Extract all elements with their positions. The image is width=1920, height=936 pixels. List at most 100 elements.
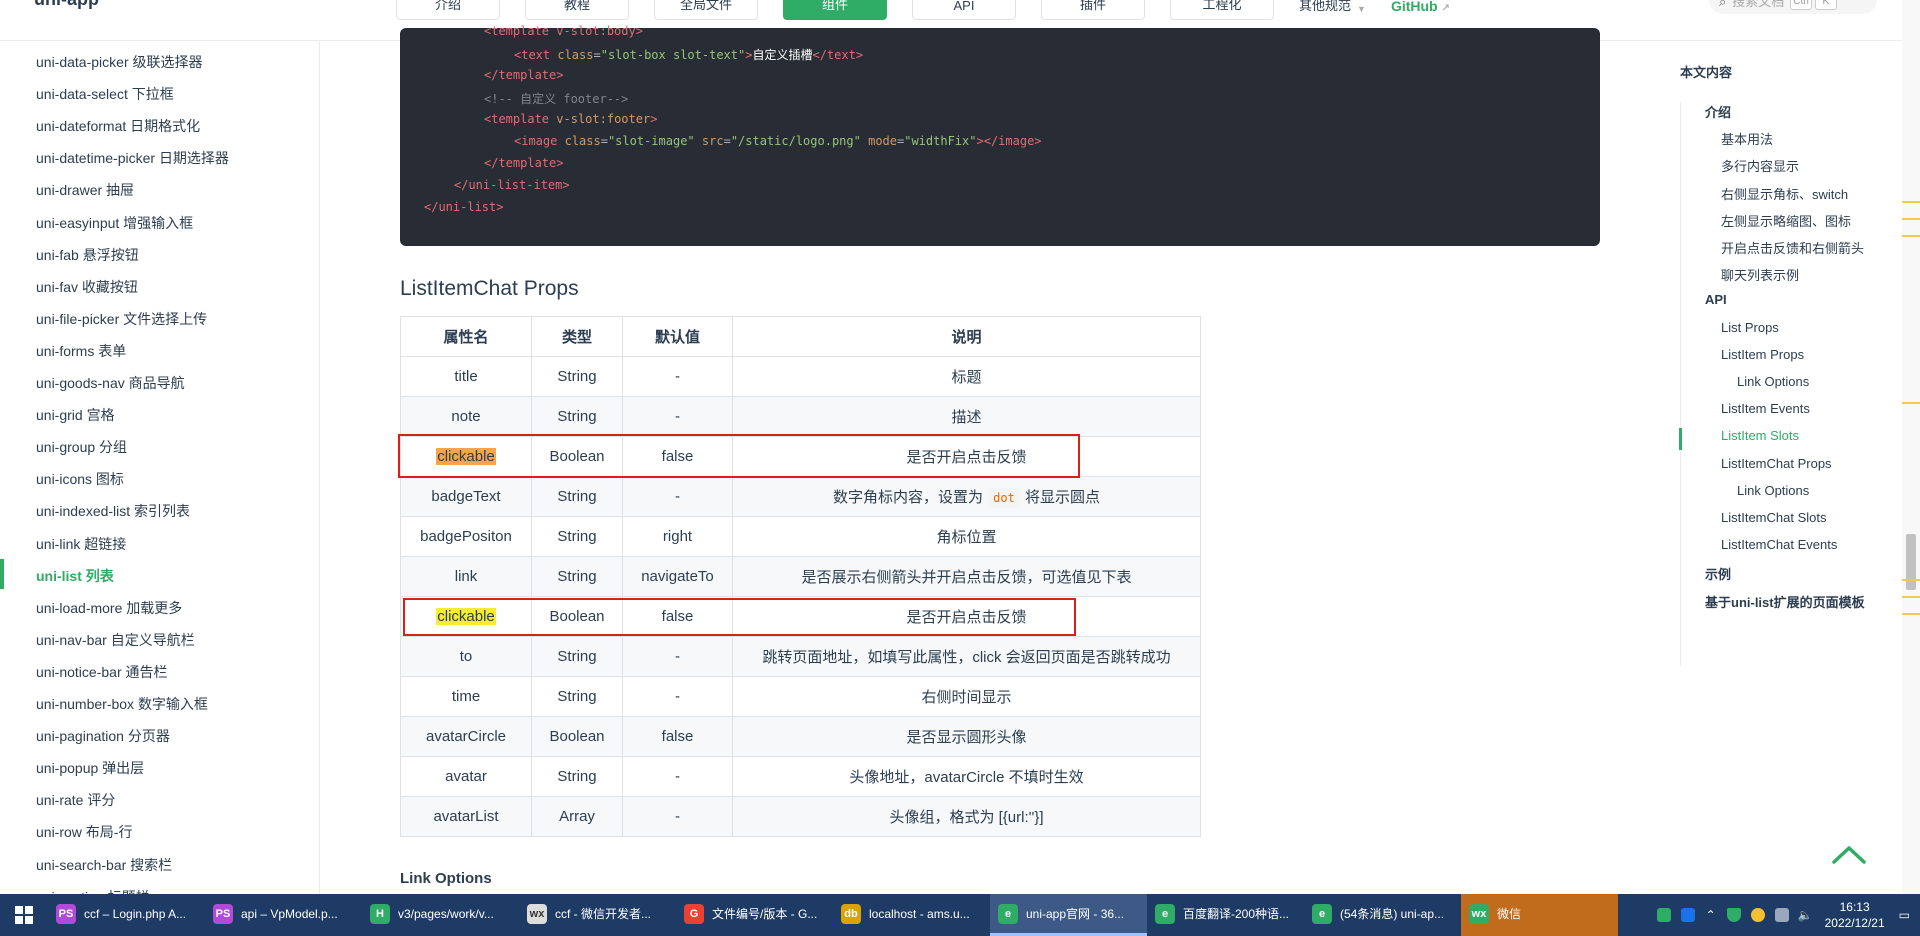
taskbar-app[interactable]: e (54条消息) uni-ap... bbox=[1304, 894, 1461, 936]
sidebar-item[interactable]: uni-grid 宫格 bbox=[36, 405, 115, 425]
scrollbar-thumb[interactable] bbox=[1906, 534, 1916, 590]
taskbar-app[interactable]: e 百度翻译-200种语... bbox=[1147, 894, 1304, 936]
toc-item[interactable]: ListItem Events bbox=[1721, 401, 1810, 416]
cell-default: - bbox=[622, 396, 733, 437]
nav-api[interactable]: API bbox=[912, 0, 1016, 20]
toc-item[interactable]: 聊天列表示例 bbox=[1721, 265, 1799, 284]
taskbar-app[interactable]: wx 微信 bbox=[1461, 894, 1618, 936]
sidebar-item[interactable]: uni-row 布局-行 bbox=[36, 822, 132, 842]
sidebar-item[interactable]: uni-forms 表单 bbox=[36, 341, 126, 361]
tray-plus-icon[interactable] bbox=[1750, 908, 1765, 922]
taskbar-app[interactable]: db localhost - ams.u... bbox=[833, 894, 990, 936]
toc-item[interactable]: 左侧显示略缩图、图标 bbox=[1721, 211, 1851, 230]
ctrl-key-hint: Ctrl bbox=[1790, 0, 1812, 10]
back-to-top-icon[interactable] bbox=[1831, 842, 1867, 866]
nav-other-specs[interactable]: 其他规范 ▼ bbox=[1299, 0, 1366, 20]
notification-icon[interactable]: ▭ bbox=[1899, 908, 1910, 922]
chevron-up-icon[interactable]: ⌃ bbox=[1706, 908, 1716, 922]
volume-icon[interactable]: 🔈 bbox=[1798, 908, 1813, 922]
toc-item[interactable]: Link Options bbox=[1737, 483, 1809, 498]
sidebar-item[interactable]: uni-notice-bar 通告栏 bbox=[36, 662, 168, 682]
toc-item[interactable]: ListItemChat Props bbox=[1721, 456, 1832, 471]
nav-intro[interactable]: 介绍 bbox=[396, 0, 500, 20]
nav-plugins[interactable]: 插件 bbox=[1041, 0, 1145, 20]
toc-item[interactable]: List Props bbox=[1721, 320, 1779, 335]
code-line: </uni-list-item> bbox=[454, 178, 570, 192]
sidebar-item[interactable]: uni-goods-nav 商品导航 bbox=[36, 373, 185, 393]
search-icon: ⌕ bbox=[1719, 0, 1727, 9]
sidebar-item[interactable]: uni-data-picker 级联选择器 bbox=[36, 52, 203, 72]
cell-type: Boolean bbox=[531, 716, 623, 757]
sidebar-item[interactable]: uni-load-more 加载更多 bbox=[36, 598, 182, 618]
sidebar-item[interactable]: uni-search-bar 搜索栏 bbox=[36, 855, 172, 875]
sidebar-item[interactable]: uni-dateformat 日期格式化 bbox=[36, 116, 200, 136]
sidebar-item[interactable]: uni-datetime-picker 日期选择器 bbox=[36, 148, 229, 168]
code-token: </uni-list-item> bbox=[454, 178, 570, 192]
toc-item[interactable]: 右侧显示角标、switch bbox=[1721, 184, 1848, 203]
toc-item[interactable]: 介绍 bbox=[1705, 102, 1731, 121]
toc-item[interactable]: ListItem Slots bbox=[1721, 428, 1799, 443]
toc-item[interactable]: 多行内容显示 bbox=[1721, 156, 1799, 175]
github-label: GitHub bbox=[1390, 0, 1438, 14]
sidebar-item[interactable]: uni-popup 弹出层 bbox=[36, 758, 144, 778]
nav-engineering[interactable]: 工程化 bbox=[1170, 0, 1274, 20]
sidebar-item[interactable]: uni-fav 收藏按钮 bbox=[36, 277, 138, 297]
sidebar-item[interactable]: uni-rate 评分 bbox=[36, 790, 115, 810]
toc-item[interactable]: 示例 bbox=[1705, 564, 1731, 583]
sidebar-item[interactable]: uni-fab 悬浮按钮 bbox=[36, 245, 139, 265]
nav-global-files[interactable]: 全局文件 bbox=[654, 0, 758, 20]
toc-item[interactable]: 基本用法 bbox=[1721, 129, 1773, 148]
toc-item[interactable]: Link Options bbox=[1737, 374, 1809, 389]
nav-tutorial[interactable]: 教程 bbox=[525, 0, 629, 20]
windows-start-icon[interactable] bbox=[0, 894, 48, 936]
taskbar-app-label: 微信 bbox=[1497, 907, 1522, 921]
sidebar-item[interactable]: uni-section 标题栏 bbox=[36, 887, 150, 894]
app-icon: wx bbox=[1469, 903, 1489, 924]
toc-item[interactable]: ListItem Props bbox=[1721, 347, 1804, 362]
sidebar-item[interactable]: uni-data-select 下拉框 bbox=[36, 84, 174, 104]
taskbar-app[interactable]: PS api – VpModel.p... bbox=[205, 894, 362, 936]
col-header-name: 属性名 bbox=[400, 316, 532, 357]
site-logo[interactable]: uni-app bbox=[34, 0, 99, 10]
sidebar-item[interactable]: uni-easyinput 增强输入框 bbox=[36, 213, 193, 233]
toc-item[interactable]: ListItemChat Slots bbox=[1721, 510, 1827, 525]
app-icon: db bbox=[841, 903, 861, 924]
system-clock[interactable]: 16:13 2022/12/21 bbox=[1825, 899, 1885, 931]
sidebar-item[interactable]: uni-list 列表 bbox=[36, 566, 114, 586]
sidebar-item[interactable]: uni-number-box 数字输入框 bbox=[36, 694, 208, 714]
toc-item[interactable]: 基于uni-list扩展的页面模板 bbox=[1705, 592, 1865, 611]
toc-item[interactable]: ListItemChat Events bbox=[1721, 537, 1837, 552]
toc-rail bbox=[1680, 102, 1681, 666]
code-token: </template> bbox=[484, 68, 564, 82]
nav-components[interactable]: 组件 bbox=[783, 0, 887, 20]
nav-github[interactable]: GitHub ↗ bbox=[1391, 0, 1450, 20]
sidebar-item[interactable]: uni-indexed-list 索引列表 bbox=[36, 501, 190, 521]
search-box[interactable]: ⌕ 搜索文档 Ctrl K bbox=[1709, 0, 1877, 14]
sidebar-item[interactable]: uni-drawer 抽屉 bbox=[36, 180, 134, 200]
taskbar-app[interactable]: wx ccf - 微信开发者... bbox=[519, 894, 676, 936]
sidebar-item[interactable]: uni-group 分组 bbox=[36, 437, 127, 457]
code-token: "slot-box slot-text" bbox=[600, 48, 746, 62]
shield-icon[interactable] bbox=[1726, 908, 1741, 922]
cell-type: String bbox=[531, 396, 623, 437]
toc-item[interactable]: 开启点击反馈和右侧箭头 bbox=[1721, 238, 1864, 257]
sidebar-item[interactable]: uni-file-picker 文件选择上传 bbox=[36, 309, 207, 329]
toc-title: 本文内容 bbox=[1680, 65, 1733, 80]
toc-item[interactable]: API bbox=[1705, 292, 1727, 307]
taskbar-app[interactable]: e uni-app官网 - 36... bbox=[990, 894, 1147, 936]
cell-default: navigateTo bbox=[622, 556, 733, 597]
taskbar-app[interactable]: PS ccf – Login.php A... bbox=[48, 894, 205, 936]
sidebar-item[interactable]: uni-nav-bar 自定义导航栏 bbox=[36, 630, 195, 650]
taskbar-app[interactable]: Hv3/pages/work/v... bbox=[362, 894, 519, 936]
taskbar-app[interactable]: G 文件编号/版本 - G... bbox=[676, 894, 833, 936]
taskbar-app-label: ccf - 微信开发者... bbox=[555, 907, 652, 921]
sidebar-item[interactable]: uni-icons 图标 bbox=[36, 469, 124, 489]
network-icon[interactable] bbox=[1774, 908, 1789, 922]
table-row: link String navigateTo 是否展示右侧箭头并开启点击反馈，可选值见… bbox=[400, 556, 1201, 597]
sidebar-item[interactable]: uni-link 超链接 bbox=[36, 534, 126, 554]
tray-app-icon[interactable] bbox=[1656, 908, 1671, 922]
sidebar-item[interactable]: uni-pagination 分页器 bbox=[36, 726, 170, 746]
tray-p-icon[interactable] bbox=[1680, 908, 1695, 922]
page-scrollbar[interactable] bbox=[1902, 0, 1920, 894]
cell-type: String bbox=[531, 556, 623, 597]
